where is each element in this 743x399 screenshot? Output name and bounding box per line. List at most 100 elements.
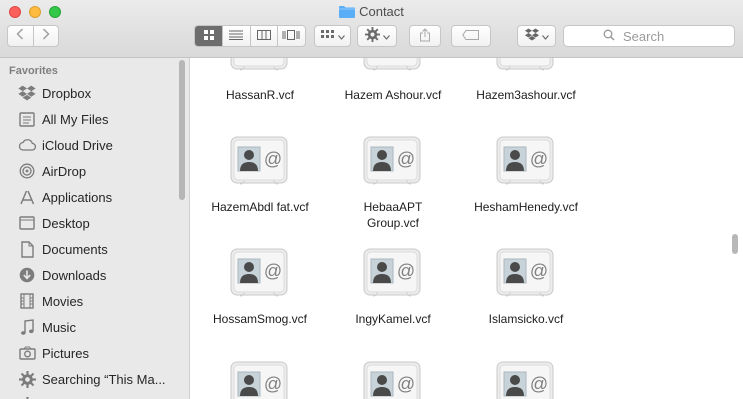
desktop-icon [16,214,38,232]
grid-arrange-icon [320,29,335,43]
forward-button[interactable] [34,26,58,46]
arrange-button[interactable] [314,25,351,47]
sidebar-item-label: Documents [42,241,108,257]
vcard-contact-icon: @ [363,361,421,399]
chevron-down-icon [541,29,549,43]
icon-view-button[interactable] [195,26,224,46]
column-view-button[interactable] [251,26,278,46]
sidebar-item-label: Dropbox [42,85,92,101]
chevron-right-icon [42,27,50,45]
content-scrollbar[interactable] [732,234,738,254]
list-view-icon [229,27,244,45]
chevron-down-icon [337,29,345,43]
window-title-text: Contact [359,4,404,19]
vcard-contact-icon: @ [496,136,554,186]
sidebar-item-label: Movies [42,293,84,309]
svg-text:@: @ [530,374,548,394]
vcard-contact-icon: @ [230,136,288,186]
sidebar-item-applications[interactable]: Applications [0,184,178,210]
applications-icon [16,188,38,206]
file-name: Hazem3ashour.vcf [476,88,576,102]
chevron-left-icon [16,27,24,45]
sidebar-item-all-my-files[interactable]: All My Files [0,106,178,132]
column-view-icon [256,27,271,45]
smart-search-gear-icon [16,370,38,388]
sidebar-item-label: All My Files [42,111,109,127]
action-button[interactable] [357,25,397,47]
sidebar-item-movies[interactable]: Movies [0,288,178,314]
cover-flow-view-button[interactable] [278,26,305,46]
svg-text:@: @ [397,374,415,394]
sidebar-item-label: Downloads [42,267,107,283]
file-name: HazemAbdl fat.vcf [211,200,309,214]
vcard-contact-icon: @ [496,58,554,72]
sidebar-item-smart-search[interactable]: Searching “This Ma... [0,366,178,392]
svg-text:@: @ [264,261,282,281]
vcard-contact-icon: @ [363,248,421,298]
sidebar-item-documents[interactable]: Documents [0,236,178,262]
airdrop-icon [16,162,38,180]
svg-text:@: @ [264,374,282,394]
tags-button[interactable] [451,25,491,47]
tag-icon [462,29,480,43]
sidebar-heading: Favorites [9,65,58,77]
dropbox-icon [16,84,38,102]
folder-icon [339,5,356,21]
sidebar-item-pictures[interactable]: Pictures [0,340,178,366]
sidebar: Favorites Dropbox All My Files iCloud Dr… [0,58,190,399]
sidebar-item-label: Applications [42,189,113,205]
file-grid: @ HassanR.vcf @ Hazem Ashour.vcf @ Hazem… [191,58,743,399]
search-icon [603,29,615,44]
svg-text:@: @ [397,149,415,169]
file-name: Hazem Ashour.vcf [344,88,442,102]
vcard-contact-icon: @ [363,58,421,72]
film-icon [16,292,38,310]
list-view-button[interactable] [223,26,251,46]
chevron-down-icon [382,29,390,43]
sidebar-item-label: Pictures [42,345,89,361]
view-mode-control [194,25,306,47]
file-name: IngyKamel.vcf [355,312,431,326]
sidebar-item-airdrop[interactable]: AirDrop [0,158,178,184]
share-button[interactable] [409,25,441,47]
vcard-contact-icon: @ [230,361,288,399]
sidebar-item-partial[interactable] [0,392,178,399]
svg-text:@: @ [530,149,548,169]
dropbox-icon [524,28,539,44]
sidebar-item-label: AirDrop [42,163,87,179]
all-files-icon [16,110,38,128]
back-forward-control [7,25,59,47]
file-name: HebaaAPT Group.vcf [363,200,423,230]
vcard-contact-icon: @ [230,58,288,72]
vcard-contact-icon: @ [496,361,554,399]
svg-text:@: @ [264,149,282,169]
vcard-contact-icon: @ [230,248,288,298]
back-button[interactable] [8,26,34,46]
icon-view-icon [203,27,214,45]
sidebar-item-label: Desktop [42,215,90,231]
downloads-icon [16,266,38,284]
search-field[interactable] [563,25,735,47]
file-name: HossamSmog.vcf [212,312,308,326]
sidebar-scrollbar[interactable] [179,60,185,200]
camera-icon [16,344,38,362]
sidebar-item-desktop[interactable]: Desktop [0,210,178,236]
dropbox-menu-button[interactable] [517,25,556,47]
sidebar-item-label: Searching “This Ma... [42,371,166,387]
sidebar-item-icloud-drive[interactable]: iCloud Drive [0,132,178,158]
sidebar-item-music[interactable]: Music [0,314,178,340]
svg-text:@: @ [397,261,415,281]
vcard-contact-icon: @ [496,248,554,298]
sidebar-item-dropbox[interactable]: Dropbox [0,80,178,106]
sidebar-item-label: Music [42,319,76,335]
cloud-icon [16,136,38,154]
file-name: HassanR.vcf [225,88,295,102]
sidebar-item-downloads[interactable]: Downloads [0,262,178,288]
file-name: HeshamHenedy.vcf [474,200,578,214]
file-name: Islamsicko.vcf [488,312,564,326]
vcard-contact-icon: @ [363,136,421,186]
search-input[interactable] [621,27,695,45]
gear-icon [364,27,380,45]
svg-text:@: @ [530,261,548,281]
window-title: Contact [0,4,743,21]
